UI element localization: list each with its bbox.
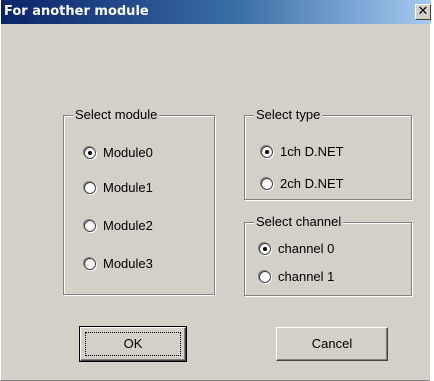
select-type-title: Select type [254,107,323,123]
radio-module3-label: Module3 [103,256,153,271]
radio-type-2ch-label: 2ch D.NET [280,176,344,191]
select-module-title: Select module [73,107,160,123]
radio-selected-dot [263,247,267,251]
close-icon: ✕ [417,4,429,19]
radio-button-icon[interactable] [84,258,96,270]
cancel-button-label: Cancel [311,336,353,351]
cancel-button[interactable]: Cancel [276,327,388,361]
title-bar[interactable]: For another module ✕ [1,0,431,24]
radio-button-icon[interactable] [84,147,96,159]
radio-type-1ch-label: 1ch D.NET [280,144,344,159]
select-channel-title: Select channel [254,214,344,230]
radio-button-icon[interactable] [259,271,271,283]
radio-button-icon[interactable] [261,178,273,190]
focus-rectangle [85,332,181,356]
radio-module1-label: Module1 [103,180,153,195]
radio-button-icon[interactable] [261,146,273,158]
radio-channel1-label: channel 1 [278,269,335,284]
radio-selected-dot [265,150,269,154]
ok-button[interactable]: OK [79,326,187,362]
radio-button-icon[interactable] [84,182,96,194]
radio-module2-label: Module2 [103,218,153,233]
radio-channel0-label: channel 0 [278,241,335,256]
dialog-window: For another module ✕ Select module Modul… [0,0,431,381]
select-channel-group: Select channel channel 0 channel 1 [244,214,412,296]
radio-button-icon[interactable] [259,243,271,255]
window-title: For another module [4,4,149,19]
radio-module0-label: Module0 [103,145,153,160]
radio-selected-dot [88,151,92,155]
select-module-group: Select module Module0 Module1 Module2 Mo… [63,107,215,295]
radio-button-icon[interactable] [84,220,96,232]
close-button[interactable]: ✕ [415,4,431,20]
select-type-group: Select type 1ch D.NET 2ch D.NET [244,107,412,200]
